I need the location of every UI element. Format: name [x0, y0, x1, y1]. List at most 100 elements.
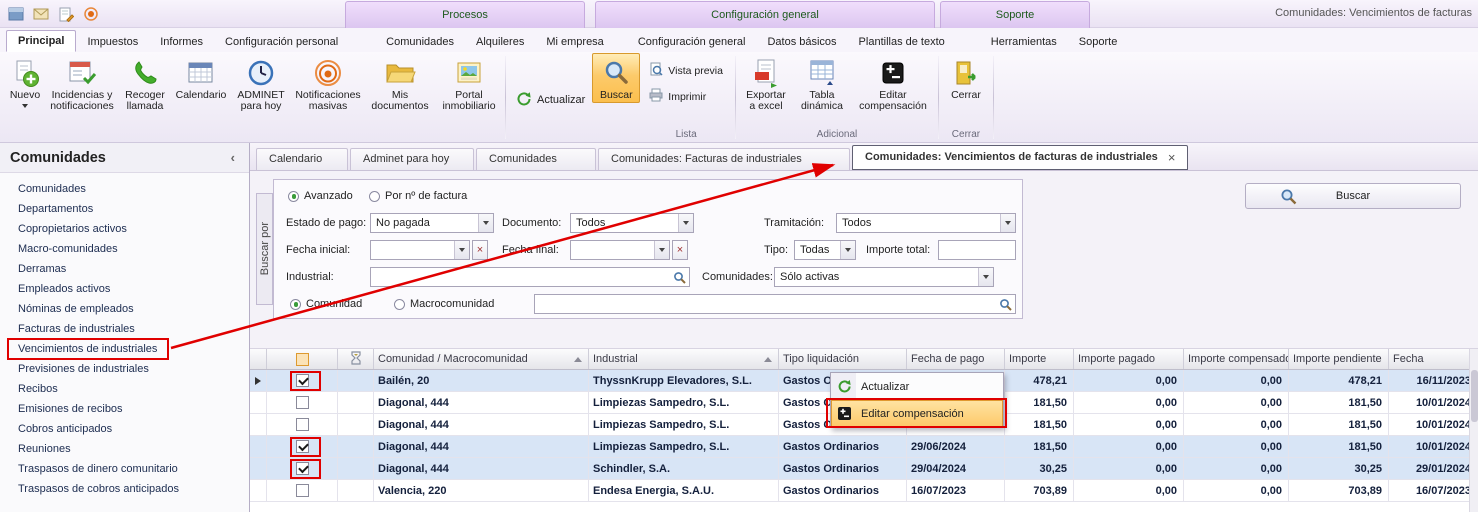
ribbon-tab-principal[interactable]: Principal — [6, 30, 76, 52]
scrollbar-thumb[interactable] — [1471, 370, 1478, 422]
doc-tab-vencimientos[interactable]: Comunidades: Vencimientos de facturas de… — [852, 145, 1188, 170]
table-row[interactable]: Valencia, 220 Endesa Energia, S.A.U. Gas… — [250, 480, 1478, 502]
ribbon-tab-configuracion-general[interactable]: Configuración general — [627, 32, 757, 52]
notes-icon[interactable] — [57, 5, 75, 23]
dropdown-arrow-icon[interactable] — [678, 214, 693, 232]
tab-close-icon[interactable]: × — [1168, 147, 1176, 168]
doc-tab-comunidades[interactable]: Comunidades — [476, 148, 596, 170]
sidebar-item-vencimientos[interactable]: Vencimientos de industriales — [0, 339, 249, 359]
refresh-button[interactable]: Actualizar — [509, 87, 592, 114]
row-checkbox-cell[interactable] — [267, 458, 338, 479]
close-button[interactable]: Cerrar — [942, 53, 990, 103]
ribbon-tab-alquileres[interactable]: Alquileres — [465, 32, 535, 52]
sidebar-item-facturas[interactable]: Facturas de industriales — [0, 319, 249, 339]
app-icon[interactable] — [7, 5, 25, 23]
row-checkbox[interactable] — [296, 462, 309, 475]
dropdown-arrow-icon[interactable] — [454, 241, 469, 259]
dropdown-arrow-icon[interactable] — [478, 214, 493, 232]
dropdown-arrow-icon[interactable] — [978, 268, 993, 286]
doc-tab-adminet[interactable]: Adminet para hoy — [350, 148, 474, 170]
ribbon-tab-comunidades[interactable]: Comunidades — [375, 32, 465, 52]
fecha-inicial-input[interactable] — [371, 241, 454, 259]
preview-button[interactable]: Vista previa — [644, 60, 728, 81]
doc-tab-calendario[interactable]: Calendario — [256, 148, 348, 170]
header-select-all-cell[interactable] — [267, 349, 338, 369]
sidebar-item-traspasos-dinero[interactable]: Traspasos de dinero comunitario — [0, 459, 249, 479]
sidebar-item-traspasos-cobros[interactable]: Traspasos de cobros anticipados — [0, 479, 249, 499]
column-header-industrial[interactable]: Industrial — [589, 349, 779, 369]
context-menu-item-editar-compensacion[interactable]: Editar compensación — [831, 400, 1003, 427]
column-header-pagado[interactable]: Importe pagado — [1074, 349, 1184, 369]
table-row[interactable]: Diagonal, 444 Schindler, S.A. Gastos Ord… — [250, 458, 1478, 480]
ribbon-tab-herramientas[interactable]: Herramientas — [980, 32, 1068, 52]
my-documents-button[interactable]: Mis documentos — [364, 53, 436, 114]
estado-pago-combo[interactable]: No pagada — [370, 213, 494, 233]
new-button[interactable]: Nuevo — [4, 53, 46, 110]
sidebar-item-nominas[interactable]: Nóminas de empleados — [0, 299, 249, 319]
column-header-pendiente[interactable]: Importe pendiente — [1289, 349, 1389, 369]
search-button[interactable]: Buscar — [592, 53, 640, 103]
sidebar-item-comunidades[interactable]: Comunidades — [0, 179, 249, 199]
row-checkbox-cell[interactable] — [267, 370, 338, 391]
row-checkbox-cell[interactable] — [267, 414, 338, 435]
ribbon-tab-informes[interactable]: Informes — [149, 32, 214, 52]
edit-compensation-button[interactable]: Editar compensación — [851, 53, 935, 114]
clear-fecha-inicial-icon[interactable]: × — [472, 240, 488, 260]
radio-macrocomunidad[interactable]: Macrocomunidad — [394, 294, 494, 314]
industrial-input[interactable] — [371, 268, 673, 286]
search-icon[interactable] — [673, 271, 689, 284]
clear-fecha-final-icon[interactable]: × — [672, 240, 688, 260]
ribbon-tab-mi-empresa[interactable]: Mi empresa — [535, 32, 614, 52]
ribbon-tab-plantillas[interactable]: Plantillas de texto — [848, 32, 956, 52]
row-checkbox[interactable] — [296, 374, 309, 387]
search-icon[interactable] — [999, 298, 1015, 311]
importe-total-input[interactable] — [939, 241, 1015, 259]
radio-por-factura[interactable]: Por nº de factura — [369, 186, 467, 206]
column-header-fecha[interactable]: Fecha — [1389, 349, 1478, 369]
row-checkbox[interactable] — [296, 396, 309, 409]
dropdown-arrow-icon[interactable] — [1000, 214, 1015, 232]
sidebar-item-emisiones[interactable]: Emisiones de recibos — [0, 399, 249, 419]
mass-notifications-button[interactable]: Notificaciones masivas — [292, 53, 364, 114]
adminet-today-button[interactable]: ADMINET para hoy — [230, 53, 292, 114]
sidebar-item-empleados[interactable]: Empleados activos — [0, 279, 249, 299]
row-checkbox[interactable] — [296, 484, 309, 497]
row-checkbox[interactable] — [296, 440, 309, 453]
dropdown-arrow-icon[interactable] — [654, 241, 669, 259]
mail-icon[interactable] — [32, 5, 50, 23]
documento-combo[interactable]: Todos — [570, 213, 694, 233]
doc-tab-facturas[interactable]: Comunidades: Facturas de industriales — [598, 148, 850, 170]
tipo-combo[interactable]: Todas — [794, 240, 856, 260]
sidebar-item-derramas[interactable]: Derramas — [0, 259, 249, 279]
column-header-comunidad[interactable]: Comunidad / Macrocomunidad — [374, 349, 589, 369]
buscar-button[interactable]: Buscar — [1245, 183, 1461, 209]
pickup-call-button[interactable]: Recoger llamada — [118, 53, 172, 114]
sidebar-item-reuniones[interactable]: Reuniones — [0, 439, 249, 459]
incidents-button[interactable]: Incidencias y notificaciones — [46, 53, 118, 114]
table-row[interactable]: Diagonal, 444 Limpiezas Sampedro, S.L. G… — [250, 436, 1478, 458]
row-checkbox-cell[interactable] — [267, 436, 338, 457]
calendar-button[interactable]: Calendario — [172, 53, 230, 103]
radio-comunidad[interactable]: Comunidad — [290, 294, 362, 314]
tramitacion-combo[interactable]: Todos — [836, 213, 1016, 233]
column-header-tipo[interactable]: Tipo liquidación — [779, 349, 907, 369]
scope-search-input[interactable] — [535, 295, 999, 313]
fecha-final-input[interactable] — [571, 241, 654, 259]
real-estate-portal-button[interactable]: Portal inmobiliario — [436, 53, 502, 114]
sidebar-item-cobros[interactable]: Cobros anticipados — [0, 419, 249, 439]
vertical-scrollbar[interactable] — [1469, 349, 1478, 512]
sidebar-item-departamentos[interactable]: Departamentos — [0, 199, 249, 219]
fecha-inicial-field[interactable] — [370, 240, 470, 260]
importe-total-field[interactable] — [938, 240, 1016, 260]
column-header-compensado[interactable]: Importe compensado — [1184, 349, 1289, 369]
radio-avanzado[interactable]: Avanzado — [288, 186, 353, 206]
sidebar-item-copropietarios[interactable]: Copropietarios activos — [0, 219, 249, 239]
row-checkbox-cell[interactable] — [267, 392, 338, 413]
row-checkbox[interactable] — [296, 418, 309, 431]
sidebar-item-macro-comunidades[interactable]: Macro-comunidades — [0, 239, 249, 259]
comunidades-combo[interactable]: Sólo activas — [774, 267, 994, 287]
print-button[interactable]: Imprimir — [644, 86, 728, 107]
column-header-importe[interactable]: Importe — [1005, 349, 1074, 369]
ribbon-tab-soporte[interactable]: Soporte — [1068, 32, 1129, 52]
export-excel-button[interactable]: Exportar a excel — [739, 53, 793, 114]
